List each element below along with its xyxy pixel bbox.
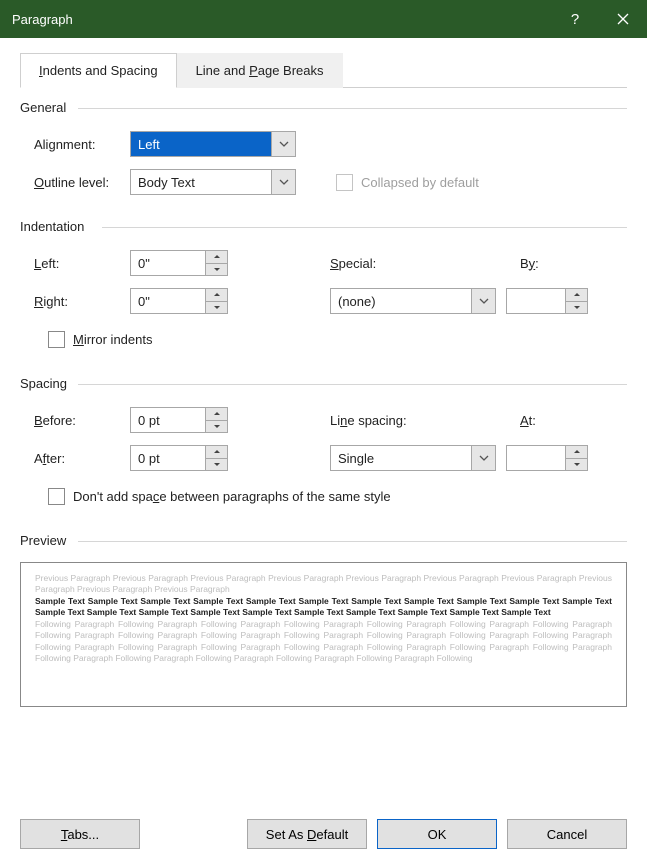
spin-down-icon[interactable] xyxy=(206,420,227,433)
preview-sample-text: Sample Text Sample Text Sample Text Samp… xyxy=(35,596,612,619)
spin-down-icon[interactable] xyxy=(566,301,587,314)
indent-right-value: 0" xyxy=(131,289,205,313)
spin-up-icon[interactable] xyxy=(206,251,227,263)
close-icon xyxy=(617,13,629,25)
tab-indents-spacing[interactable]: Indents and Spacing xyxy=(20,53,177,88)
spin-down-icon[interactable] xyxy=(566,458,587,471)
indent-left-label: Left: xyxy=(20,256,130,271)
checkbox-box xyxy=(48,331,65,348)
after-label: After: xyxy=(20,451,130,466)
alignment-value: Left xyxy=(131,132,271,156)
special-combo[interactable]: (none) xyxy=(330,288,496,314)
chevron-down-icon[interactable] xyxy=(471,289,495,313)
title-bar: Paragraph ? xyxy=(0,0,647,38)
checkbox-box xyxy=(48,488,65,505)
before-value: 0 pt xyxy=(131,408,205,432)
cancel-button[interactable]: Cancel xyxy=(507,819,627,849)
collapsed-checkbox: Collapsed by default xyxy=(322,174,479,191)
ok-button[interactable]: OK xyxy=(377,819,497,849)
spin-down-icon[interactable] xyxy=(206,301,227,314)
indent-right-spin[interactable]: 0" xyxy=(130,288,228,314)
section-spacing-title: Spacing xyxy=(20,376,627,391)
outline-level-value: Body Text xyxy=(131,170,271,194)
preview-box: Previous Paragraph Previous Paragraph Pr… xyxy=(20,562,627,707)
special-label: Special: xyxy=(330,256,520,271)
preview-previous-text: Previous Paragraph Previous Paragraph Pr… xyxy=(35,573,612,596)
spin-up-icon[interactable] xyxy=(206,446,227,458)
before-spin[interactable]: 0 pt xyxy=(130,407,228,433)
before-label: Before: xyxy=(20,413,130,428)
checkbox-box xyxy=(336,174,353,191)
section-general-title: General xyxy=(20,100,627,115)
linespacing-combo[interactable]: Single xyxy=(330,445,496,471)
linespacing-label: Line spacing: xyxy=(330,413,520,428)
button-bar: Tabs... Set As Default OK Cancel xyxy=(20,819,627,849)
linespacing-value: Single xyxy=(331,446,471,470)
tab-line-page-breaks[interactable]: Line and Page Breaks xyxy=(177,53,343,88)
by-value xyxy=(507,289,565,313)
preview-following-text: Following Paragraph Following Paragraph … xyxy=(35,619,612,665)
special-value: (none) xyxy=(331,289,471,313)
indent-right-label: Right: xyxy=(20,294,130,309)
outline-level-label: Outline level: xyxy=(20,175,130,190)
section-indentation-title: Indentation xyxy=(20,219,627,234)
chevron-down-icon[interactable] xyxy=(271,132,295,156)
tab-label: ndents and Spacing xyxy=(43,63,158,78)
after-value: 0 pt xyxy=(131,446,205,470)
by-label: By: xyxy=(520,256,560,271)
at-spin[interactable] xyxy=(506,445,588,471)
spin-up-icon[interactable] xyxy=(566,446,587,458)
chevron-down-icon[interactable] xyxy=(271,170,295,194)
spin-up-icon[interactable] xyxy=(206,289,227,301)
spin-up-icon[interactable] xyxy=(206,408,227,420)
outline-level-combo[interactable]: Body Text xyxy=(130,169,296,195)
indent-left-spin[interactable]: 0" xyxy=(130,250,228,276)
at-label: At: xyxy=(520,413,560,428)
set-default-button[interactable]: Set As Default xyxy=(247,819,367,849)
collapsed-label: Collapsed by default xyxy=(361,175,479,190)
by-spin[interactable] xyxy=(506,288,588,314)
dont-add-space-label: Don't add space between paragraphs of th… xyxy=(73,489,391,504)
spin-down-icon[interactable] xyxy=(206,263,227,276)
help-button[interactable]: ? xyxy=(551,0,599,38)
alignment-combo[interactable]: Left xyxy=(130,131,296,157)
spin-down-icon[interactable] xyxy=(206,458,227,471)
alignment-label: Alignment: xyxy=(20,137,130,152)
section-preview-title: Preview xyxy=(20,533,627,548)
spin-up-icon[interactable] xyxy=(566,289,587,301)
indent-left-value: 0" xyxy=(131,251,205,275)
tab-strip: Indents and Spacing Line and Page Breaks xyxy=(20,52,627,88)
tab-label: Line and Page Breaks xyxy=(196,63,324,78)
close-button[interactable] xyxy=(599,0,647,38)
window-title: Paragraph xyxy=(12,12,551,27)
chevron-down-icon[interactable] xyxy=(471,446,495,470)
tabs-button[interactable]: Tabs... xyxy=(20,819,140,849)
after-spin[interactable]: 0 pt xyxy=(130,445,228,471)
at-value xyxy=(507,446,565,470)
mirror-indents-label: Mirror indents xyxy=(73,332,152,347)
mirror-indents-checkbox[interactable]: Mirror indents xyxy=(20,331,152,348)
dont-add-space-checkbox[interactable]: Don't add space between paragraphs of th… xyxy=(20,488,391,505)
